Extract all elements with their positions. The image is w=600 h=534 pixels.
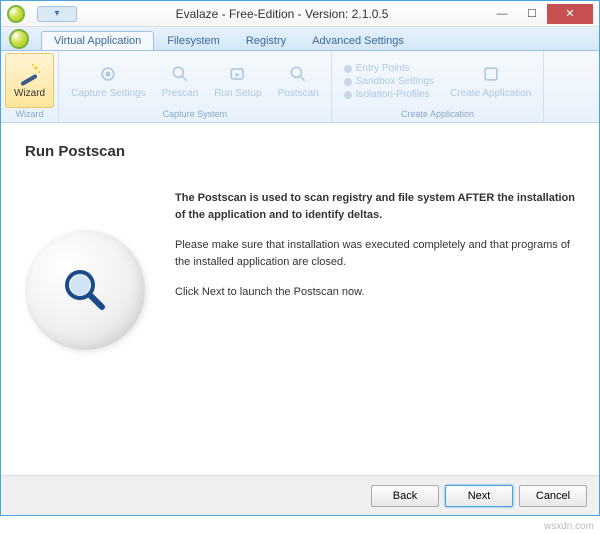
back-button[interactable]: Back xyxy=(371,485,439,507)
tabbar-app-icon xyxy=(9,29,29,49)
window-title: Evalaze - Free-Edition - Version: 2.1.0.… xyxy=(77,7,487,21)
wizard-label: Wizard xyxy=(14,88,45,99)
ribbon-group-label-create: Create Application xyxy=(401,108,474,120)
capture-settings-label: Capture Settings xyxy=(71,88,146,99)
postscan-button[interactable]: Postscan xyxy=(270,53,327,108)
run-setup-button[interactable]: Run Setup xyxy=(206,53,269,108)
watermark: wsxdn.com xyxy=(544,521,594,532)
prescan-button[interactable]: Prescan xyxy=(154,53,207,108)
minimize-button[interactable]: — xyxy=(487,4,517,24)
bullet-icon xyxy=(344,91,352,99)
ribbon-group-wizard: Wizard Wizard xyxy=(1,51,59,122)
ribbon-group-label-wizard: Wizard xyxy=(16,108,44,120)
magnifier-icon xyxy=(168,62,192,86)
postscan-label: Postscan xyxy=(278,88,319,99)
postscan-illustration xyxy=(25,230,145,350)
footer: Back Next Cancel xyxy=(1,475,599,515)
create-options-list: Entry Points Sandbox Settings Isolation-… xyxy=(336,53,442,108)
tab-virtual-application[interactable]: Virtual Application xyxy=(41,31,154,50)
cancel-button[interactable]: Cancel xyxy=(519,485,587,507)
maximize-button[interactable]: ☐ xyxy=(517,4,547,24)
app-icon xyxy=(7,5,25,23)
entry-points-item[interactable]: Entry Points xyxy=(344,62,410,75)
sandbox-settings-item[interactable]: Sandbox Settings xyxy=(344,75,434,88)
intro-paragraph: The Postscan is used to scan registry an… xyxy=(175,190,575,223)
warning-paragraph: Please make sure that installation was e… xyxy=(175,237,575,270)
isolation-profiles-item[interactable]: Isolation-Profiles xyxy=(344,88,430,101)
help-dropdown[interactable]: ▾ xyxy=(37,6,77,22)
magnifier-icon xyxy=(286,62,310,86)
instruction-paragraph: Click Next to launch the Postscan now. xyxy=(175,284,575,301)
tab-bar: Virtual Application Filesystem Registry … xyxy=(1,27,599,51)
titlebar: ▾ Evalaze - Free-Edition - Version: 2.1.… xyxy=(1,1,599,27)
capture-settings-button[interactable]: Capture Settings xyxy=(63,53,154,108)
next-button[interactable]: Next xyxy=(445,485,513,507)
wizard-button[interactable]: Wizard xyxy=(5,53,54,108)
content-area: Run Postscan The Postscan is used to sca… xyxy=(1,123,599,475)
bullet-icon xyxy=(344,65,352,73)
create-application-button[interactable]: Create Application xyxy=(442,53,539,108)
run-icon xyxy=(226,62,250,86)
gear-icon xyxy=(96,62,120,86)
wand-icon xyxy=(18,62,42,86)
tab-advanced-settings[interactable]: Advanced Settings xyxy=(299,31,417,50)
ribbon-group-capture: Capture Settings Prescan Run Setup xyxy=(59,51,332,122)
close-button[interactable]: ✕ xyxy=(547,4,593,24)
run-setup-label: Run Setup xyxy=(214,88,261,99)
ribbon: Wizard Wizard Capture Settings Prescan xyxy=(1,51,599,123)
prescan-label: Prescan xyxy=(162,88,199,99)
create-application-label: Create Application xyxy=(450,88,531,99)
page-title: Run Postscan xyxy=(25,143,575,160)
ribbon-group-label-capture: Capture System xyxy=(163,108,228,120)
content-text: The Postscan is used to scan registry an… xyxy=(175,190,575,350)
tab-filesystem[interactable]: Filesystem xyxy=(154,31,233,50)
magnifier-large-icon xyxy=(60,265,110,315)
tab-registry[interactable]: Registry xyxy=(233,31,299,50)
create-icon xyxy=(479,62,503,86)
ribbon-group-create: Entry Points Sandbox Settings Isolation-… xyxy=(332,51,545,122)
bullet-icon xyxy=(344,78,352,86)
